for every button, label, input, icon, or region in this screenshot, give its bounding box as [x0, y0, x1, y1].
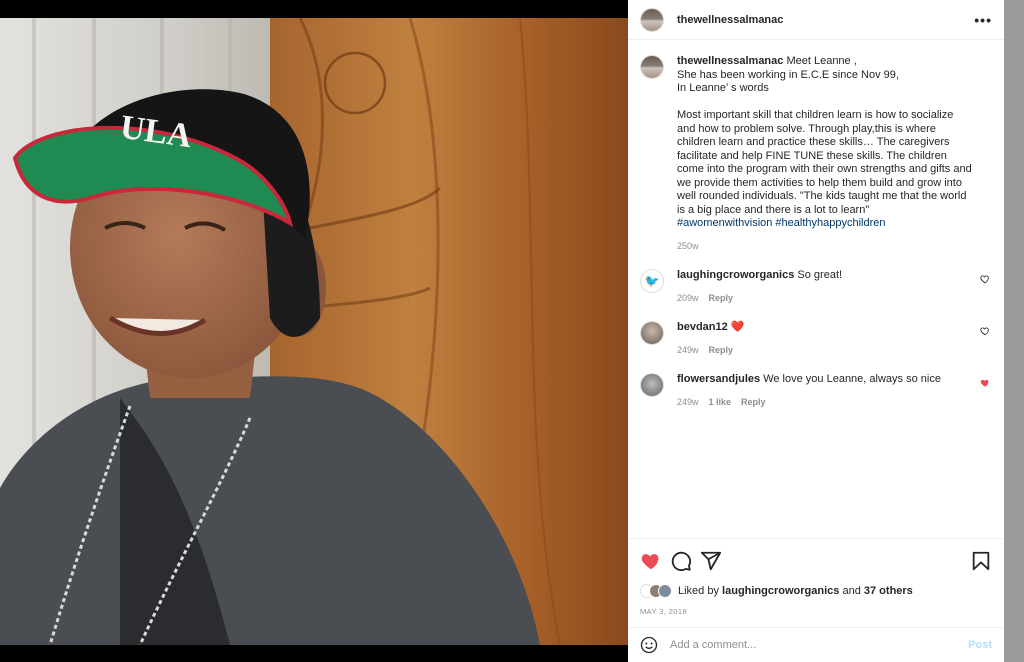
caption-hashtags[interactable]: #awomenwithvision #healthyhappychildren [677, 217, 886, 229]
liked-others[interactable]: 37 others [864, 585, 913, 597]
comment-text: We love you Leanne, always so nice [763, 373, 941, 385]
action-icons [640, 549, 992, 573]
comment-age: 249w [677, 396, 699, 407]
caption-text: Meet Leanne , She has been working in E.… [677, 55, 972, 216]
post-actions: Liked by laughingcroworganics and 37 oth… [628, 538, 1004, 616]
commenter-avatar[interactable] [640, 373, 664, 397]
heart-outline-icon[interactable] [980, 274, 990, 284]
author-username[interactable]: thewellnessalmanac [677, 14, 783, 26]
comment-row: 🐦 laughingcroworganics So great! 209w Rep… [640, 269, 992, 305]
post-date: MAY 3, 2018 [640, 607, 688, 616]
comment-meta: 249w 1 like Reply [677, 396, 974, 410]
commenter-avatar[interactable] [640, 321, 664, 345]
liker-avatar [658, 584, 672, 598]
liked-and: and [842, 585, 861, 597]
comment-text: ❤️ [730, 321, 745, 333]
comment-body: flowersandjules We love you Leanne, alwa… [677, 373, 992, 409]
comments-section: thewellnessalmanac Meet Leanne , She has… [628, 41, 1004, 538]
comment-body: bevdan12 ❤️ 249w Reply [677, 321, 992, 357]
emoji-icon[interactable] [640, 636, 658, 654]
heart-filled-icon[interactable] [980, 378, 990, 388]
post-photo[interactable]: ULA [0, 18, 628, 645]
reply-button[interactable]: Reply [741, 397, 766, 407]
comment-text: So great! [797, 269, 843, 281]
liked-by: Liked by laughingcroworganics and 37 oth… [640, 583, 992, 599]
comment-body: laughingcroworganics So great! 209w Reply [677, 269, 992, 305]
liker-avatars [640, 584, 672, 598]
liked-prefix: Liked by [678, 585, 719, 597]
comment-age: 209w [677, 292, 699, 303]
comment-username[interactable]: bevdan12 [677, 321, 728, 333]
share-icon[interactable] [700, 550, 722, 572]
commenter-avatar[interactable]: 🐦 [640, 269, 664, 293]
comment-icon[interactable] [670, 550, 692, 572]
heart-outline-icon[interactable] [980, 326, 990, 336]
caption-meta: 250w [677, 240, 974, 254]
caption-body: thewellnessalmanac Meet Leanne , She has… [677, 55, 992, 253]
comment-username[interactable]: flowersandjules [677, 373, 760, 385]
caption-row: thewellnessalmanac Meet Leanne , She has… [640, 55, 992, 253]
caption-author-avatar[interactable] [640, 55, 664, 79]
comment-likes[interactable]: 1 like [709, 397, 732, 407]
comment-input[interactable] [670, 639, 969, 651]
reply-button[interactable]: Reply [709, 345, 734, 355]
comment-meta: 209w Reply [677, 292, 974, 306]
comment-row: flowersandjules We love you Leanne, alwa… [640, 373, 992, 409]
heart-filled-icon[interactable] [640, 550, 662, 572]
author-avatar[interactable] [640, 7, 664, 32]
post-photo-illustration: ULA [0, 18, 628, 645]
post-detail-panel: thewellnessalmanac ••• thewellnessalmana… [628, 0, 1004, 662]
post-comment-button[interactable]: Post [968, 639, 992, 651]
comment-username[interactable]: laughingcroworganics [677, 269, 794, 281]
caption-username[interactable]: thewellnessalmanac [677, 55, 783, 67]
more-horizontal-icon[interactable]: ••• [974, 12, 992, 28]
liked-user[interactable]: laughingcroworganics [722, 585, 839, 597]
photo-area: ULA [0, 0, 628, 662]
comment-row: bevdan12 ❤️ 249w Reply [640, 321, 992, 357]
add-comment-bar: Post [628, 627, 1004, 662]
backdrop-edge [1004, 0, 1024, 662]
caption-age: 250w [677, 240, 699, 251]
bookmark-icon[interactable] [970, 550, 992, 572]
comment-age: 249w [677, 344, 699, 355]
reply-button[interactable]: Reply [709, 293, 734, 303]
comment-meta: 249w Reply [677, 344, 974, 358]
post-header: thewellnessalmanac ••• [628, 0, 1004, 40]
